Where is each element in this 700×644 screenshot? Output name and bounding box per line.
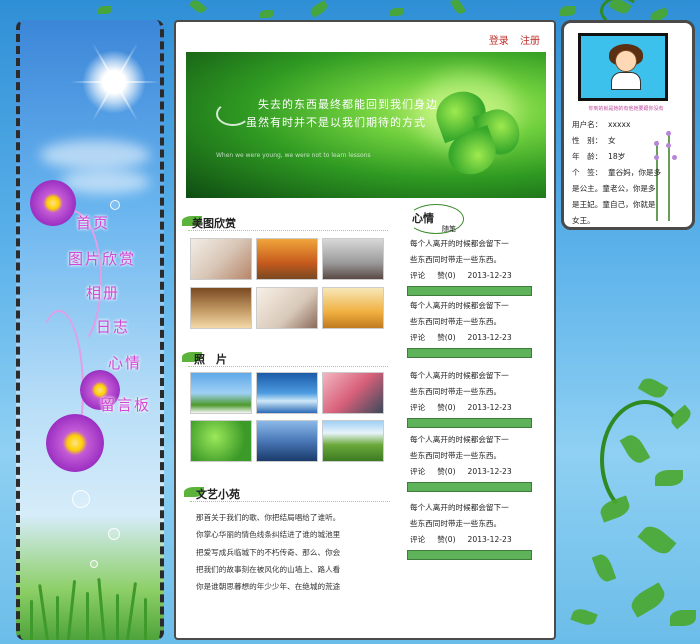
photos-section-title: 照 片	[194, 353, 227, 366]
mood-entry-text: 每个人离开的时候都会留下一 些东西同时带走一些东西。	[410, 301, 509, 326]
entry-divider-bar	[407, 418, 532, 428]
mood-entry-meta: 评论 赞(0) 2013-12-23	[410, 332, 524, 343]
gallery-thumbnail[interactable]	[190, 287, 252, 329]
entry-date: 2013-12-23	[467, 467, 512, 476]
photo-thumbnail[interactable]	[256, 420, 318, 462]
gallery-thumbnail[interactable]	[322, 287, 384, 329]
like-button[interactable]: 赞(0)	[437, 333, 455, 342]
nav-item-mood[interactable]: 心情	[108, 352, 142, 373]
entry-date: 2013-12-23	[467, 333, 512, 342]
nav-item-diary[interactable]: 日志	[96, 316, 130, 337]
nav-item-album[interactable]: 相册	[86, 282, 120, 303]
entry-date: 2013-12-23	[467, 271, 512, 280]
avatar[interactable]	[578, 33, 668, 101]
comment-link[interactable]: 评论	[410, 271, 425, 280]
cloud	[60, 170, 150, 194]
left-nav-panel: 首页 图片欣赏 相册 日志 心情 留言板	[16, 20, 164, 640]
profile-gender: 性 别：女	[572, 136, 616, 145]
literature-essay: 那首关于我们的歌、你把结局唱给了谁听。 你掌心华丽的情色线条纠结进了谁的城池里 …	[196, 513, 341, 592]
comment-link[interactable]: 评论	[410, 403, 425, 412]
like-button[interactable]: 赞(0)	[437, 271, 455, 280]
banner-quote-line2: 虽然有时并不是以我们期待的方式	[246, 116, 426, 129]
photo-thumbnail[interactable]	[322, 372, 384, 414]
gallery-thumbnail[interactable]	[256, 287, 318, 329]
flower-icon	[46, 414, 104, 472]
gallery-thumbnail[interactable]	[322, 238, 384, 280]
login-link[interactable]: 登录	[489, 36, 509, 47]
nav-item-guestbook[interactable]: 留言板	[100, 394, 151, 415]
like-button[interactable]: 赞(0)	[437, 403, 455, 412]
mood-entry-text: 每个人离开的时候都会留下一 些东西同时带走一些东西。	[410, 435, 509, 460]
comment-link[interactable]: 评论	[410, 535, 425, 544]
entry-divider-bar	[407, 286, 532, 296]
avatar-caption: 你到的就是她的有他她要跟你没有	[588, 106, 664, 112]
banner-image: 失去的东西最终都能回到我们身边 虽然有时并不是以我们期待的方式 When we …	[186, 52, 546, 198]
mood-entry-text: 每个人离开的时候都会留下一 些东西同时带走一些东西。	[410, 371, 509, 396]
profile-signature: 个 签： 童谷妈，你是多	[572, 168, 662, 177]
photo-thumbnail[interactable]	[190, 372, 252, 414]
entry-date: 2013-12-23	[467, 403, 512, 412]
photo-thumbnail[interactable]	[256, 372, 318, 414]
profile-signature-line: 是公主。童老公，你是多	[572, 184, 656, 193]
like-button[interactable]: 赞(0)	[437, 467, 455, 476]
nav-item-home[interactable]: 首页	[76, 212, 110, 233]
main-content-panel: 登录 注册 失去的东西最终都能回到我们身边 虽然有时并不是以我们期待的方式 Wh…	[174, 20, 556, 640]
profile-username: 用户名： xxxxx	[572, 120, 631, 129]
cloud	[40, 140, 150, 170]
mood-entry-meta: 评论 赞(0) 2013-12-23	[410, 402, 524, 413]
photo-thumbnail[interactable]	[322, 420, 384, 462]
photo-thumbnail[interactable]	[190, 420, 252, 462]
entry-date: 2013-12-23	[467, 535, 512, 544]
mood-entry-text: 每个人离开的时候都会留下一 些东西同时带走一些东西。	[410, 239, 509, 264]
mood-entry-meta: 评论 赞(0) 2013-12-23	[410, 466, 524, 477]
literature-section-title: 文艺小苑	[196, 488, 240, 501]
profile-age: 年 龄： 18岁	[572, 152, 626, 161]
like-button[interactable]: 赞(0)	[437, 535, 455, 544]
auth-links: 登录 注册	[481, 32, 540, 47]
profile-signature-line: 是王妃。童自己，你就是	[572, 200, 656, 209]
mood-section-subtitle: 随笔	[442, 225, 456, 233]
entry-divider-bar	[407, 550, 532, 560]
register-link[interactable]: 注册	[520, 36, 540, 47]
comment-link[interactable]: 评论	[410, 467, 425, 476]
entry-divider-bar	[407, 348, 532, 358]
banner-quote-line1: 失去的东西最终都能回到我们身边	[258, 98, 438, 111]
mood-entry-meta: 评论 赞(0) 2013-12-23	[410, 534, 524, 545]
profile-signature-line: 女王。	[572, 216, 595, 225]
nav-item-gallery[interactable]: 图片欣赏	[68, 248, 136, 269]
mood-section-title: 心情	[412, 212, 434, 225]
mood-entry-meta: 评论 赞(0) 2013-12-23	[410, 270, 524, 281]
comment-link[interactable]: 评论	[410, 333, 425, 342]
banner-small-text: When we were young, we were not to learn…	[216, 152, 371, 159]
gallery-section-title: 美图欣赏	[192, 217, 236, 230]
entry-divider-bar	[407, 482, 532, 492]
flower-icon	[30, 180, 76, 226]
gallery-thumbnail[interactable]	[190, 238, 252, 280]
profile-panel: 你到的就是她的有他她要跟你没有 用户名： xxxxx 性 别：女 年 龄： 18岁 …	[561, 20, 695, 230]
gallery-thumbnail[interactable]	[256, 238, 318, 280]
mood-entry-text: 每个人离开的时候都会留下一 些东西同时带走一些东西。	[410, 503, 509, 528]
